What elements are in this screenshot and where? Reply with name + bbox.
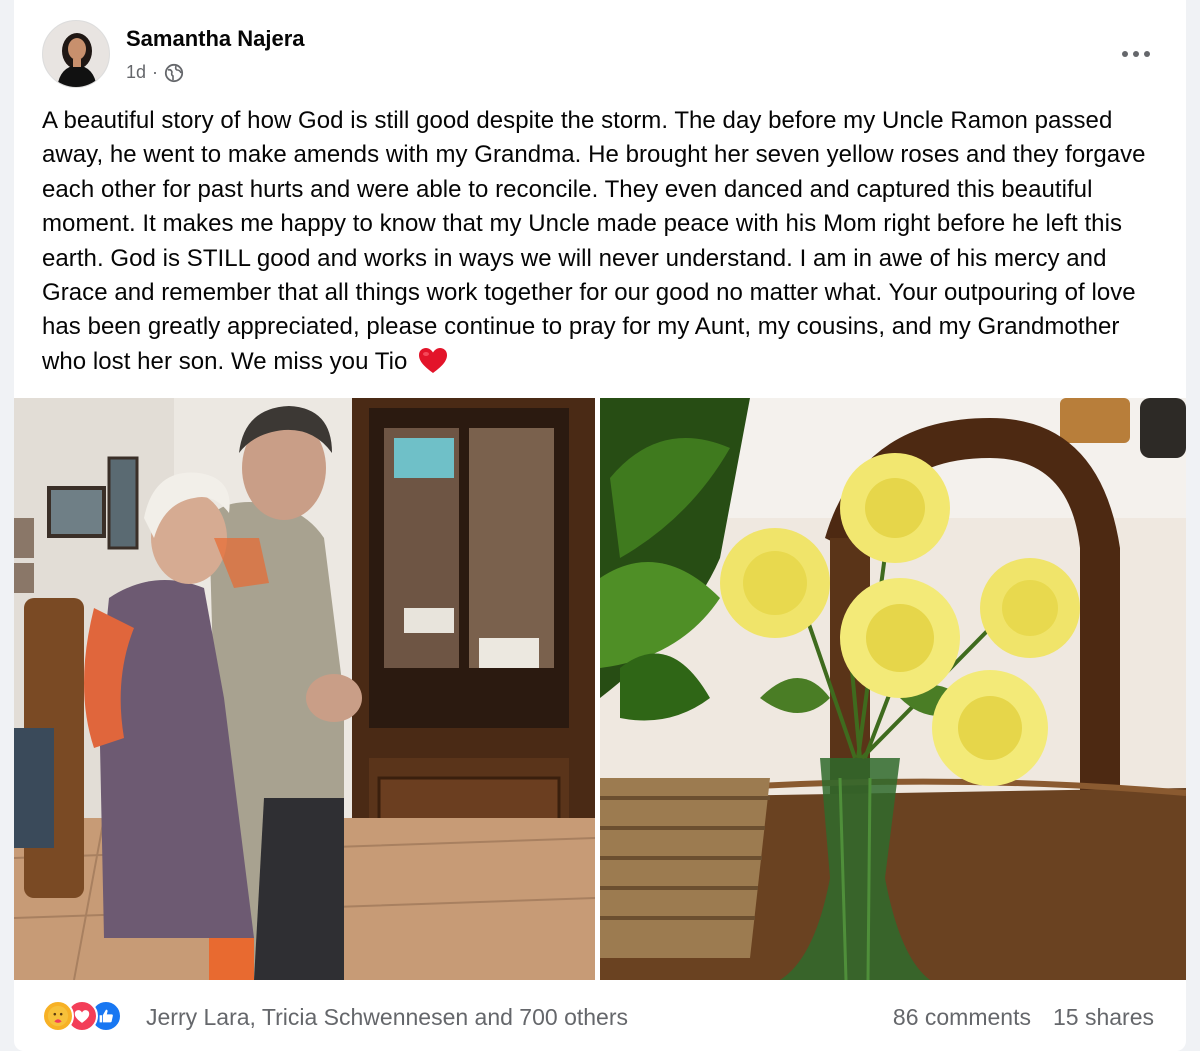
post-meta: 1d ·: [126, 62, 184, 83]
post-counts: 86 comments 15 shares: [893, 1004, 1154, 1031]
post-footer: Jerry Lara, Tricia Schwennesen and 700 o…: [42, 996, 1166, 1040]
care-icon: [42, 1000, 74, 1032]
red-heart-icon: [418, 347, 448, 375]
photo-couple-dancing[interactable]: [14, 398, 595, 980]
post-body: A beautiful story of how God is still go…: [42, 107, 1146, 375]
globe-icon[interactable]: [164, 63, 184, 83]
more-options-icon[interactable]: [1116, 34, 1156, 74]
reaction-names[interactable]: Jerry Lara, Tricia Schwennesen and 700 o…: [146, 1004, 628, 1031]
reaction-icons[interactable]: [42, 999, 122, 1033]
author-name[interactable]: Samantha Najera: [126, 26, 305, 52]
post-time[interactable]: 1d: [126, 62, 146, 83]
photo-yellow-roses[interactable]: [600, 398, 1186, 980]
author-avatar[interactable]: [42, 20, 110, 88]
meta-separator: ·: [152, 62, 159, 82]
post-header: Samantha Najera 1d ·: [42, 20, 1166, 90]
post-text: A beautiful story of how God is still go…: [42, 104, 1162, 379]
post-card: Samantha Najera 1d · A beautiful story o…: [14, 0, 1186, 1051]
comments-count[interactable]: 86 comments: [893, 1004, 1031, 1031]
shares-count[interactable]: 15 shares: [1053, 1004, 1154, 1031]
